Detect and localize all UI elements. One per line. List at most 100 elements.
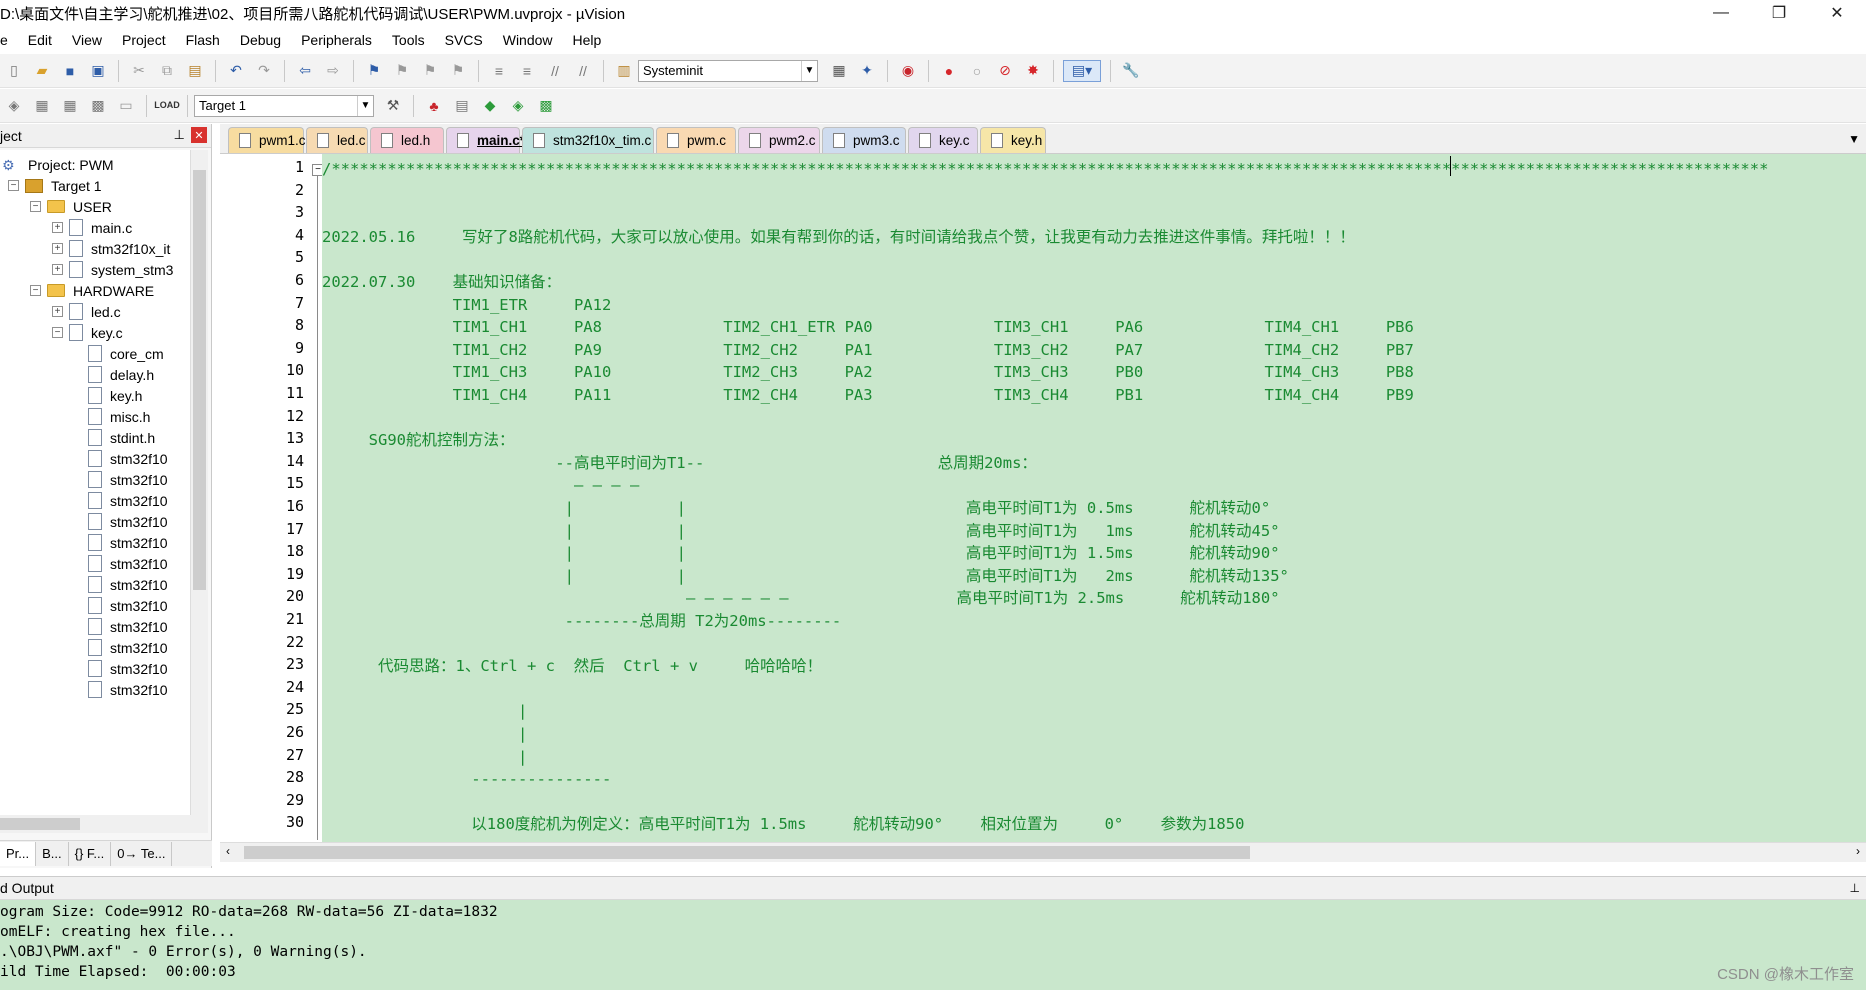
next-bookmark-icon[interactable]: ⚑ xyxy=(419,60,441,82)
menu-window[interactable]: Window xyxy=(493,32,563,48)
copy-icon[interactable]: ⧉ xyxy=(156,60,178,82)
find-icon[interactable]: ▦ xyxy=(828,60,850,82)
components-icon[interactable]: ▩ xyxy=(535,95,557,117)
close-button[interactable]: ✕ xyxy=(1808,0,1866,26)
restore-button[interactable]: ❐ xyxy=(1750,0,1808,26)
code-line: | | 高电平时间T1为 1ms 舵机转动45° xyxy=(322,521,1280,540)
editor-tab[interactable]: pwm2.c xyxy=(738,127,820,153)
debug-session-icon[interactable]: ◉ xyxy=(897,60,919,82)
project-hscrollbar[interactable] xyxy=(0,815,208,833)
code-editor[interactable]: /***************************************… xyxy=(322,154,1866,842)
menu-tools[interactable]: Tools xyxy=(382,32,435,48)
kill-breakpoints-icon[interactable]: ✸ xyxy=(1022,60,1044,82)
window-layout-icon[interactable]: ▤▾ xyxy=(1063,59,1101,82)
expand-icon[interactable]: + xyxy=(52,264,63,275)
scroll-left-icon[interactable]: ‹ xyxy=(226,844,230,858)
line-number: 25 xyxy=(285,700,304,719)
menu-file[interactable]: e xyxy=(0,32,18,48)
pack-installer-icon[interactable]: ◈ xyxy=(507,95,529,117)
scrollbar-thumb[interactable] xyxy=(0,818,80,830)
manage-project-items-icon[interactable]: ♣ xyxy=(423,95,445,117)
navigate-back-icon[interactable]: ⇦ xyxy=(294,60,316,82)
undo-icon[interactable]: ↶ xyxy=(225,60,247,82)
stop-build-icon[interactable]: ▭ xyxy=(115,95,137,117)
menu-debug[interactable]: Debug xyxy=(230,32,291,48)
tree-item-label: stm32f10 xyxy=(110,471,168,488)
build-icon[interactable]: ▦ xyxy=(31,95,53,117)
navigate-forward-icon[interactable]: ⇨ xyxy=(322,60,344,82)
indent-icon[interactable]: ≡ xyxy=(488,60,510,82)
tab-templates[interactable]: 0→ Te... xyxy=(111,841,173,866)
menu-flash[interactable]: Flash xyxy=(176,32,230,48)
editor-tab[interactable]: pwm1.c xyxy=(228,127,306,153)
menu-peripherals[interactable]: Peripherals xyxy=(291,32,382,48)
configure-icon[interactable]: ✦ xyxy=(856,60,878,82)
editor-tab[interactable]: key.h xyxy=(980,127,1046,153)
load-icon[interactable]: LOAD xyxy=(154,95,180,117)
editor-tab[interactable]: pwm.c xyxy=(656,127,736,153)
chevron-down-icon[interactable]: ▼ xyxy=(357,95,373,116)
rebuild-icon[interactable]: ▦ xyxy=(59,95,81,117)
cut-icon[interactable]: ✂ xyxy=(128,60,150,82)
scrollbar-thumb[interactable] xyxy=(193,170,206,590)
tab-project[interactable]: Pr... xyxy=(0,841,37,866)
save-icon[interactable]: ■ xyxy=(59,60,81,82)
scroll-right-icon[interactable]: › xyxy=(1856,844,1860,858)
file-icon xyxy=(317,133,329,148)
manage-rte-icon[interactable]: ◆ xyxy=(479,95,501,117)
editor-tab[interactable]: led.h xyxy=(370,127,444,153)
clear-bookmarks-icon[interactable]: ⚑ xyxy=(447,60,469,82)
comment-icon[interactable]: // xyxy=(544,60,566,82)
collapse-icon[interactable]: − xyxy=(8,180,19,191)
editor-tab[interactable]: stm32f10x_tim.c xyxy=(522,127,654,153)
tree-item[interactable]: stm32f10 xyxy=(88,677,168,702)
find-in-files-icon[interactable]: ▥ xyxy=(613,60,635,82)
save-all-icon[interactable]: ▣ xyxy=(87,60,109,82)
chevron-down-icon[interactable]: ▼ xyxy=(1848,132,1860,146)
target-options-icon[interactable]: ⚒ xyxy=(382,95,404,117)
menu-help[interactable]: Help xyxy=(563,32,612,48)
scrollbar-thumb[interactable] xyxy=(244,846,1250,859)
editor-tab[interactable]: key.c xyxy=(908,127,978,153)
close-icon[interactable]: ✕ xyxy=(191,127,207,143)
translate-icon[interactable]: ◈ xyxy=(3,95,25,117)
menu-svcs[interactable]: SVCS xyxy=(435,32,493,48)
unindent-icon[interactable]: ≡ xyxy=(516,60,538,82)
editor-tab[interactable]: led.c xyxy=(306,127,368,153)
editor-tab[interactable]: main.c* xyxy=(446,127,525,153)
bookmark-icon[interactable]: ⚑ xyxy=(363,60,385,82)
menu-edit[interactable]: Edit xyxy=(18,32,62,48)
batch-build-icon[interactable]: ▩ xyxy=(87,95,109,117)
menu-view[interactable]: View xyxy=(62,32,112,48)
project-scrollbar[interactable] xyxy=(190,150,208,815)
menu-project[interactable]: Project xyxy=(112,32,176,48)
editor-tab[interactable]: pwm3.c xyxy=(822,127,906,153)
tab-functions[interactable]: {} F... xyxy=(69,841,112,866)
paste-icon[interactable]: ▤ xyxy=(184,60,206,82)
new-file-icon[interactable]: ▯ xyxy=(3,60,25,82)
expand-icon[interactable]: + xyxy=(52,222,63,233)
disable-all-breakpoints-icon[interactable]: ⊘ xyxy=(994,60,1016,82)
collapse-icon[interactable]: − xyxy=(52,327,63,338)
collapse-icon[interactable]: − xyxy=(30,201,41,212)
collapse-icon[interactable]: − xyxy=(30,285,41,296)
target-combo[interactable]: Target 1 ▼ xyxy=(194,94,374,117)
function-combo[interactable]: Systeminit ▼ xyxy=(638,59,818,82)
line-number: 23 xyxy=(285,655,304,674)
pin-icon[interactable]: ⊥ xyxy=(1850,881,1860,895)
uncomment-icon[interactable]: // xyxy=(572,60,594,82)
pin-icon[interactable]: ⊥ xyxy=(174,127,185,143)
select-packs-icon[interactable]: ▤ xyxy=(451,95,473,117)
redo-icon[interactable]: ↷ xyxy=(253,60,275,82)
tab-books[interactable]: B... xyxy=(36,841,69,866)
chevron-down-icon[interactable]: ▼ xyxy=(801,60,817,81)
editor-hscrollbar[interactable]: ‹ › xyxy=(220,842,1866,862)
prev-bookmark-icon[interactable]: ⚑ xyxy=(391,60,413,82)
wrench-icon[interactable]: 🔧 xyxy=(1120,60,1142,82)
open-folder-icon[interactable]: ▰ xyxy=(31,60,53,82)
expand-icon[interactable]: + xyxy=(52,243,63,254)
breakpoint-icon[interactable]: ● xyxy=(938,60,960,82)
expand-icon[interactable]: + xyxy=(52,306,63,317)
disable-breakpoint-icon[interactable]: ○ xyxy=(966,60,988,82)
minimize-button[interactable]: — xyxy=(1692,0,1750,26)
